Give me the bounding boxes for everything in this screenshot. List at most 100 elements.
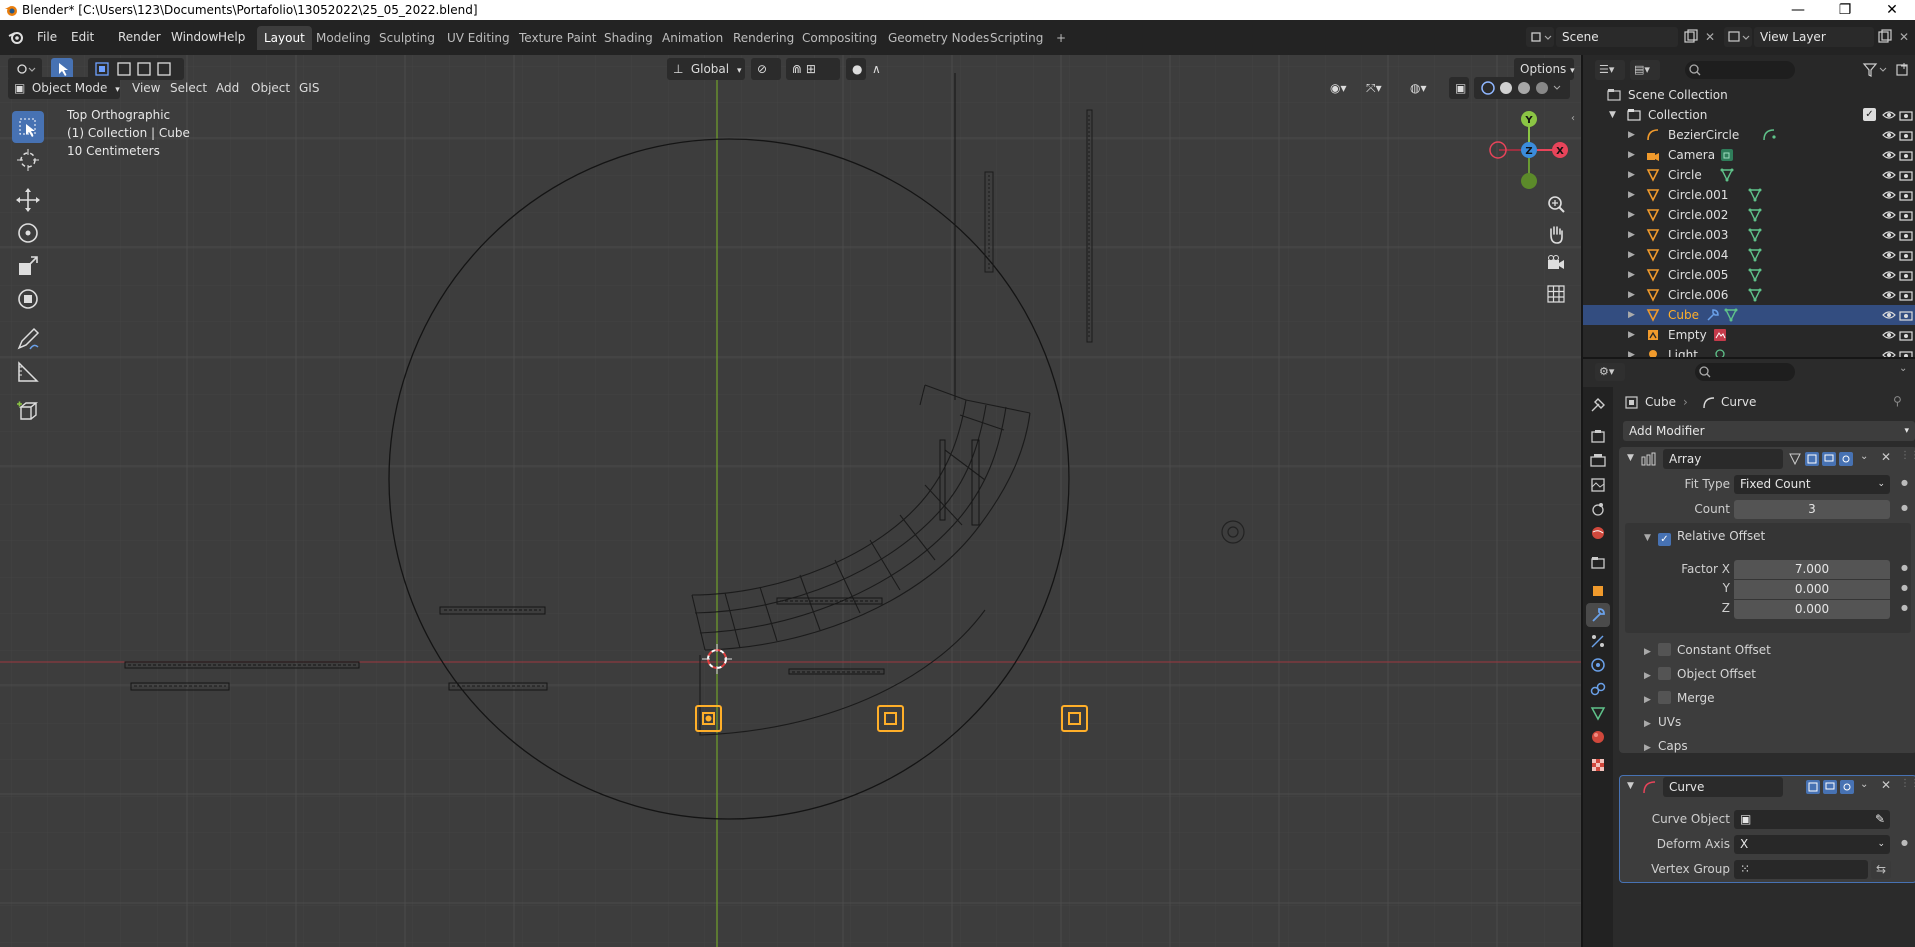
eyedropper-icon[interactable]: ✎ [1875,810,1885,829]
fit-type-dropdown[interactable]: Fixed Count ⌄ [1734,475,1890,494]
expand-arrow-icon[interactable]: ▶ [1628,185,1635,205]
3d-viewport[interactable]: ⊥ Global ▾ ⊘ ⋒ ⊞ ● ∧ Options ▾ ▣ Object … [0,55,1581,947]
curve-display-toggles[interactable] [1804,778,1860,796]
expand-arrow-icon[interactable]: ▶ [1644,714,1658,734]
outliner-item-cube[interactable]: ▶ Cube [1583,305,1915,325]
camera-data-icon[interactable] [1720,148,1734,162]
mesh-data-icon[interactable] [1724,308,1738,322]
outliner-item-circle[interactable]: ▶ Circle [1583,165,1915,185]
outliner-item-circle-004[interactable]: ▶ Circle.004 [1583,245,1915,265]
workspace-tab-modeling[interactable]: Modeling [309,26,378,50]
eye-icon[interactable] [1882,128,1896,142]
chevron-down-icon[interactable]: ⌄ [1860,779,1868,790]
header-menu-select[interactable]: Select [164,77,213,99]
header-menu-add[interactable]: Add [210,77,245,99]
outliner-item-circle-001[interactable]: ▶ Circle.001 [1583,185,1915,205]
view-layer-field[interactable]: View Layer [1754,27,1874,47]
pivot-point-icon[interactable]: ⊘ [751,58,781,80]
expand-arrow-icon[interactable]: ▶ [1628,245,1635,265]
proportional-editing-icon[interactable]: ● [846,58,866,80]
snap-icon[interactable]: ⋒ ⊞ [786,58,840,80]
measure-tool-icon[interactable] [12,356,44,388]
eye-icon[interactable] [1882,188,1896,202]
render-camera-icon[interactable] [1899,288,1913,302]
mesh-data-icon[interactable] [1748,248,1762,262]
expand-arrow-icon[interactable]: ▶ [1644,666,1658,686]
perspective-toggle-icon[interactable] [1543,281,1569,307]
output-tab-icon[interactable] [1586,449,1610,473]
expand-arrow-icon[interactable]: ▶ [1644,738,1658,758]
menu-edit[interactable]: Edit [66,27,99,47]
modifier-wrench-icon[interactable] [1706,308,1720,322]
properties-editor-type-icon[interactable]: ⚙▾ [1595,363,1625,381]
render-camera-icon[interactable] [1899,148,1913,162]
camera-view-icon[interactable] [1543,250,1569,276]
navigation-gizmo[interactable]: Y X Z [1480,105,1574,199]
select-box-tool-icon[interactable] [12,111,44,143]
outliner-item-circle-002[interactable]: ▶ Circle.002 [1583,205,1915,225]
render-camera-icon[interactable] [1899,328,1913,342]
expand-arrow-icon[interactable]: ▶ [1628,325,1635,345]
offset-z-field[interactable]: 0.000 [1734,600,1890,619]
texture-tab-icon[interactable] [1586,753,1610,777]
array-display-toggles[interactable] [1787,450,1859,468]
move-tool-icon[interactable] [12,184,44,216]
curve-data-icon[interactable] [1762,128,1776,142]
eye-icon[interactable] [1882,248,1896,262]
relative-offset-row[interactable]: ▼ ✓ Relative Offset [1644,526,1765,546]
render-camera-icon[interactable] [1899,108,1913,122]
render-camera-icon[interactable] [1899,128,1913,142]
data-tab-icon[interactable] [1586,701,1610,725]
blender-menu-icon[interactable] [8,29,24,45]
outliner-item-beziercircle[interactable]: ▶ BezierCircle [1583,125,1915,145]
expand-arrow-icon[interactable]: ▶ [1628,205,1635,225]
workspace-tab-geometry-nodes[interactable]: Geometry Nodes [881,26,996,50]
display-mode-icon[interactable]: ▤▾ [1630,60,1660,80]
expand-arrow-icon[interactable]: ▶ [1628,145,1635,165]
keyframe-dot-icon[interactable]: ● [1901,583,1908,592]
header-menu-object[interactable]: Object [245,77,296,99]
viewport-canvas[interactable] [0,55,1581,947]
xray-toggle-icon[interactable]: ▣ [1449,77,1469,99]
workspace-tab-sculpting[interactable]: Sculpting [372,26,442,50]
material-tab-icon[interactable] [1586,725,1610,749]
eye-icon[interactable] [1882,208,1896,222]
deform-axis-dropdown[interactable]: X ⌄ [1734,835,1890,854]
constant-offset-row[interactable]: ▶ Constant Offset [1644,640,1771,660]
world-tab-icon[interactable] [1586,521,1610,545]
falloff-icon[interactable]: ∧ [866,58,890,80]
menu-render[interactable]: Render [113,27,166,47]
overlay-toggle-icon[interactable]: ◍▾ [1404,77,1444,99]
keyframe-dot-icon[interactable]: ● [1901,603,1908,612]
shading-mode-buttons[interactable] [1474,77,1570,99]
add-modifier-dropdown[interactable]: Add Modifier ▾ [1623,421,1915,441]
eye-icon[interactable] [1882,268,1896,282]
collapse-arrow-icon[interactable]: ‹ [1571,113,1575,124]
particles-tab-icon[interactable] [1586,629,1610,653]
close-button[interactable]: ✕ [1869,0,1915,20]
pan-hand-icon[interactable] [1543,221,1569,247]
render-camera-icon[interactable] [1899,228,1913,242]
pin-icon[interactable]: ⚲ [1893,394,1902,408]
render-camera-icon[interactable] [1899,168,1913,182]
gizmo-toggle-icon[interactable]: ⤧▾ [1360,77,1400,99]
filter-icon[interactable] [1861,61,1889,79]
render-camera-icon[interactable] [1899,308,1913,322]
add-workspace-button[interactable]: + [1049,26,1073,50]
expand-arrow-icon[interactable]: ▶ [1628,305,1635,325]
properties-search-input[interactable] [1695,363,1795,381]
rotate-tool-icon[interactable] [12,217,44,249]
eye-icon[interactable] [1882,228,1896,242]
new-scene-icon[interactable] [1680,27,1700,47]
keyframe-dot-icon[interactable]: ● [1901,563,1908,572]
transform-orientation-dropdown[interactable]: ⊥ Global ▾ [667,58,745,80]
workspace-tab-layout[interactable]: Layout [257,26,312,50]
collapse-arrow-icon[interactable]: ▼ [1627,453,1634,463]
header-menu-view[interactable]: View [126,77,166,99]
chevron-down-icon[interactable]: ⌄ [1860,451,1868,462]
expand-arrow-icon[interactable]: ▶ [1628,265,1635,285]
mesh-data-icon[interactable] [1748,188,1762,202]
mode-dropdown[interactable]: ▣ Object Mode ▾ [8,77,120,99]
outliner-scene-collection[interactable]: Scene Collection [1583,85,1915,105]
count-field[interactable]: 3 [1734,500,1890,519]
